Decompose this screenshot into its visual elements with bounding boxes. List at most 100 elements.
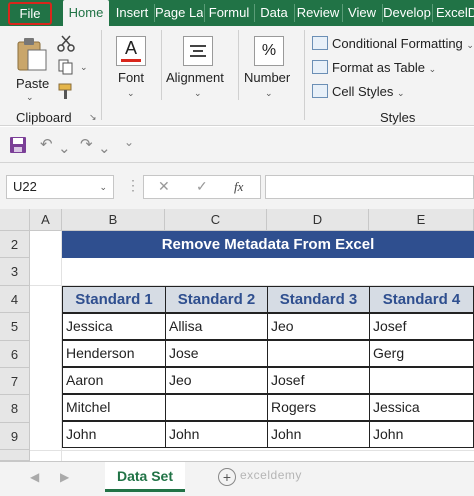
row-header-3[interactable]: 3 [0, 258, 30, 286]
sheet-tab-data-set[interactable]: Data Set [105, 462, 185, 492]
table-cell[interactable]: Jessica [369, 394, 474, 421]
tab-developer[interactable]: Develop [383, 0, 431, 26]
table-cell[interactable] [267, 340, 370, 367]
cell-styles-button[interactable]: Cell Styles ⌄ [312, 82, 405, 102]
column-header-c[interactable]: C [165, 209, 267, 231]
table-cell[interactable]: Mitchel [62, 394, 166, 421]
table-cell[interactable]: Josef [267, 367, 370, 394]
alignment-button[interactable]: Alignment ⌄ [166, 32, 232, 102]
clipboard-group-label: Clipboard [16, 110, 72, 125]
tab-formulas[interactable]: Formul [205, 0, 253, 26]
row-header-2[interactable]: 2 [0, 231, 30, 258]
scroll-left-icon[interactable]: ◀ [30, 470, 39, 484]
ribbon: Paste ⌄ ⌄ Clipboard ↘ A Font ⌄ Alignment [0, 26, 474, 126]
table-header-standard-3[interactable]: Standard 3 [267, 286, 370, 313]
chevron-down-icon[interactable]: ⌄ [80, 62, 88, 73]
insert-function-button[interactable]: fx [234, 179, 243, 195]
tab-page-layout[interactable]: Page La [155, 0, 203, 26]
tab-data[interactable]: Data [255, 0, 293, 26]
table-cell[interactable]: John [165, 421, 268, 448]
table-cell[interactable]: Jose [165, 340, 268, 367]
alignment-icon [183, 36, 213, 66]
ribbon-tab-bar: File Home Insert Page La Formul Data Rev… [0, 0, 474, 26]
sheet-title[interactable]: Remove Metadata From Excel [62, 231, 474, 258]
format-painter-icon[interactable] [57, 82, 75, 100]
select-all-corner[interactable] [0, 209, 30, 231]
font-label: Font [118, 70, 145, 85]
cut-icon[interactable] [57, 34, 75, 52]
alignment-label: Alignment [166, 70, 224, 85]
number-button[interactable]: % Number ⌄ [244, 32, 298, 102]
format-as-table-button[interactable]: Format as Table ⌄ [312, 58, 436, 78]
chevron-down-icon[interactable]: ⌄ [58, 139, 71, 157]
row-header-6[interactable]: 6 [0, 341, 30, 368]
tab-review[interactable]: Review [295, 0, 341, 26]
name-box-value: U22 [13, 179, 37, 194]
table-cell[interactable]: Josef [369, 313, 474, 340]
name-box[interactable]: U22 ⌄ [6, 175, 114, 199]
chevron-down-icon: ⌄ [428, 64, 437, 74]
table-cell[interactable] [165, 394, 268, 421]
table-cell[interactable]: Jeo [267, 313, 370, 340]
table-cell[interactable]: John [369, 421, 474, 448]
drag-handle-icon[interactable]: ⋮ [126, 177, 140, 194]
tab-file[interactable]: File [8, 2, 52, 25]
column-header-b[interactable]: B [62, 209, 165, 231]
tab-insert[interactable]: Insert [111, 0, 153, 26]
conditional-formatting-button[interactable]: Conditional Formatting ⌄ [312, 34, 474, 54]
table-cell[interactable]: Jessica [62, 313, 166, 340]
table-cell[interactable]: John [62, 421, 166, 448]
table-header-standard-2[interactable]: Standard 2 [165, 286, 268, 313]
copy-icon[interactable] [57, 58, 75, 76]
column-header-d[interactable]: D [267, 209, 369, 231]
row-header-5[interactable]: 5 [0, 313, 30, 341]
chevron-down-icon: ⌄ [26, 92, 34, 102]
group-separator [161, 30, 162, 100]
undo-icon[interactable]: ↶ [40, 135, 53, 153]
redo-icon[interactable]: ↷ [80, 135, 93, 153]
number-label: Number [244, 70, 291, 85]
column-header-e[interactable]: E [369, 209, 474, 231]
paste-button[interactable]: Paste ⌄ [12, 32, 52, 102]
conditional-formatting-label: Conditional Formatting [332, 36, 463, 51]
paste-icon [17, 38, 47, 71]
tab-view[interactable]: View [343, 0, 381, 26]
cancel-icon[interactable]: ✕ [158, 178, 170, 195]
font-button[interactable]: A Font ⌄ [110, 32, 154, 102]
row-header-7[interactable]: 7 [0, 368, 30, 395]
cell-styles-icon [312, 84, 328, 98]
tab-home[interactable]: Home [63, 0, 109, 26]
table-cell[interactable]: Allisa [165, 313, 268, 340]
formula-controls: ✕ ✓ fx [143, 175, 261, 199]
scroll-right-icon[interactable]: ▶ [60, 470, 69, 484]
table-cell[interactable]: Jeo [165, 367, 268, 394]
add-sheet-button[interactable]: + [218, 468, 236, 486]
row-header-4[interactable]: 4 [0, 286, 30, 313]
row-header-9[interactable]: 9 [0, 423, 30, 450]
save-icon[interactable] [9, 136, 27, 154]
table-cell[interactable]: John [267, 421, 370, 448]
table-cell[interactable]: Aaron [62, 367, 166, 394]
dialog-launcher-icon[interactable]: ↘ [89, 112, 97, 123]
enter-icon[interactable]: ✓ [196, 178, 208, 195]
format-as-table-label: Format as Table [332, 60, 425, 75]
table-cell[interactable] [369, 367, 474, 394]
table-cell[interactable]: Henderson [62, 340, 166, 367]
table-header-standard-1[interactable]: Standard 1 [62, 286, 166, 313]
table-cell[interactable]: Gerg [369, 340, 474, 367]
customize-toolbar-icon[interactable]: ⌄ [124, 135, 134, 149]
chevron-down-icon[interactable]: ⌄ [98, 139, 111, 157]
font-icon: A [116, 36, 146, 66]
chevron-down-icon: ⌄ [397, 88, 405, 98]
column-header-a[interactable]: A [30, 209, 62, 231]
formula-input[interactable] [265, 175, 474, 199]
styles-group-label: Styles [380, 110, 416, 125]
chevron-down-icon[interactable]: ⌄ [99, 176, 107, 198]
tab-exceldemy[interactable]: ExcelD [433, 0, 474, 26]
table-header-standard-4[interactable]: Standard 4 [369, 286, 474, 313]
group-separator [101, 30, 102, 120]
chevron-down-icon: ⌄ [127, 88, 135, 98]
row-header-10[interactable] [0, 450, 30, 461]
table-cell[interactable]: Rogers [267, 394, 370, 421]
row-header-8[interactable]: 8 [0, 395, 30, 423]
